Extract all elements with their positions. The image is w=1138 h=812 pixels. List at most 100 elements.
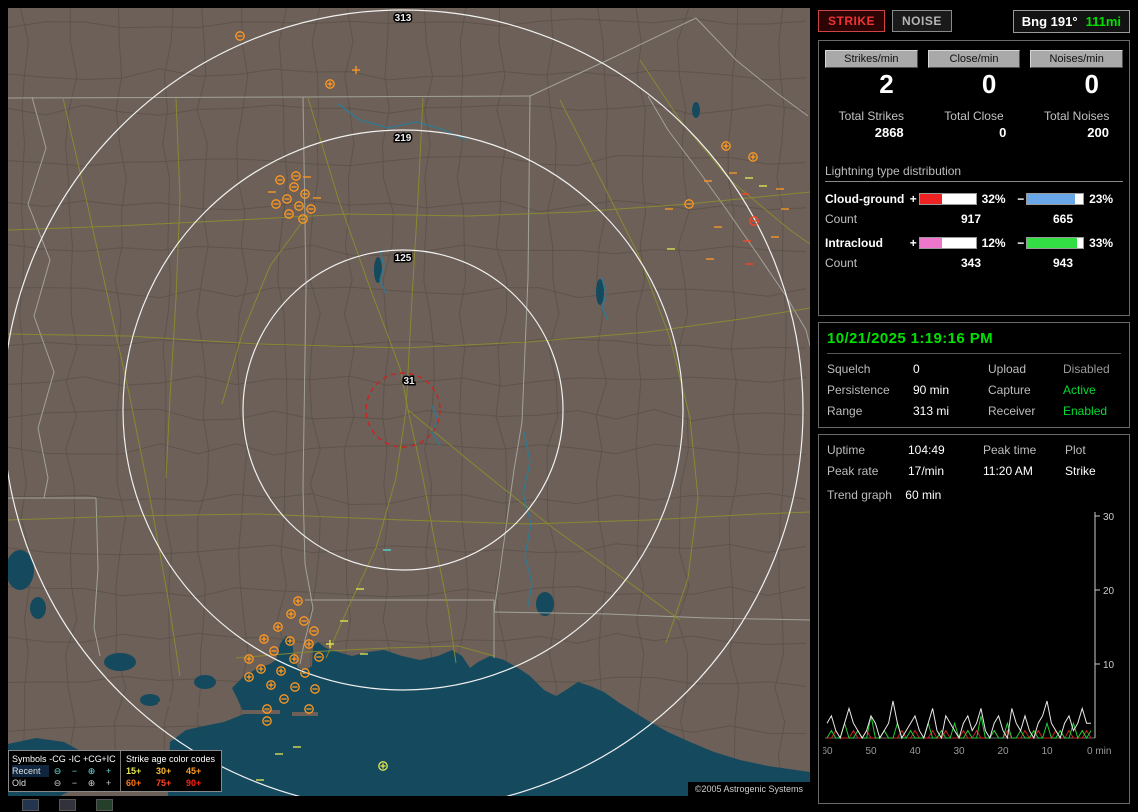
trend-panel: Uptime 104:49 Peak time Plot Peak rate 1… — [818, 434, 1130, 804]
legend-symbols-section: Symbols -CG -IC +CG +IC Recent ⊖ − ⊕ + O… — [9, 751, 121, 791]
ic-negative-count: 943 — [1053, 255, 1074, 270]
legend-col-header: -IC — [68, 754, 81, 764]
squelch-label: Squelch — [827, 362, 871, 376]
noises-per-min-label: Noises/min — [1030, 50, 1123, 68]
ic-positive-bar — [918, 236, 977, 249]
intracloud-label: Intracloud — [825, 235, 884, 250]
upload-value: Disabled — [1063, 362, 1110, 376]
age-code: 60+ — [126, 778, 142, 788]
minus-sign: − — [1017, 191, 1025, 206]
legend-age-section: Strike age color codes 15+ 30+ 45+ 60+ 7… — [121, 751, 221, 791]
cg-negative-bar — [1026, 192, 1085, 205]
mode-toolbar: STRIKE NOISE Bng 191° 111mi — [818, 8, 1130, 34]
divider — [827, 353, 1121, 354]
capture-label: Capture — [988, 383, 1031, 397]
age-code: 75+ — [156, 778, 172, 788]
recent-ic-minus-icon: − — [71, 766, 78, 776]
legend-symbols-title: Symbols — [12, 754, 47, 764]
x-axis-tick-label: 10 — [1041, 746, 1053, 757]
y-axis-tick-label: 20 — [1103, 586, 1115, 597]
x-axis-tick-label: 60 — [823, 746, 833, 757]
trend-graph-window: 60 min — [905, 488, 942, 502]
receiver-value: Enabled — [1063, 404, 1108, 418]
cg-positive-count: 917 — [961, 211, 982, 226]
trend-graph: 10 20 30 60 50 40 30 20 10 0 min — [823, 512, 1115, 757]
total-close-value: 0 — [999, 124, 1007, 140]
count-label: Count — [825, 255, 858, 270]
trend-series-close — [826, 715, 1092, 740]
uptime-label: Uptime — [827, 443, 866, 457]
persistence-label: Persistence — [827, 383, 890, 397]
recent-ic-plus-icon: + — [105, 766, 112, 776]
taskbar-window-icon[interactable] — [59, 799, 76, 811]
strikes-per-min-label: Strikes/min — [825, 50, 918, 68]
bearing-distance: 111mi — [1085, 13, 1121, 29]
x-axis-tick-label: 50 — [865, 746, 877, 757]
recent-cg-plus-icon: ⊕ — [87, 766, 96, 776]
age-code: 30+ — [156, 766, 172, 776]
statistics-panel: Strikes/min Close/min Noises/min 2 0 0 T… — [818, 40, 1130, 316]
range-value: 313 mi — [913, 404, 950, 418]
persistence-value: 90 min — [913, 383, 950, 397]
count-label: Count — [825, 211, 858, 226]
y-axis-tick-label: 30 — [1103, 512, 1115, 523]
x-axis-tick-label: 40 — [909, 746, 921, 757]
taskbar — [22, 799, 113, 811]
trend-series-strike — [826, 700, 1091, 740]
legend-recent-label: Recent — [12, 765, 49, 777]
plus-sign: + — [909, 191, 917, 206]
sidebar: STRIKE NOISE Bng 191° 111mi Strikes/min … — [818, 8, 1130, 804]
bearing-value: Bng 191° — [1021, 13, 1078, 29]
peak-rate-label: Peak rate — [827, 464, 879, 478]
status-panel: 10/21/2025 1:19:16 PM Squelch 0 Upload D… — [818, 322, 1130, 428]
total-noises-value: 200 — [1087, 124, 1109, 140]
squelch-value: 0 — [913, 362, 920, 376]
radar-map[interactable]: 313 219 125 31 Symbols -CG -IC +CG +IC Rece… — [8, 8, 810, 796]
old-cg-plus-icon: ⊕ — [87, 778, 96, 788]
noise-button[interactable]: NOISE — [892, 10, 952, 32]
bearing-readout: Bng 191° 111mi — [1012, 9, 1130, 33]
age-code: 15+ — [126, 766, 142, 776]
peak-time-value: 11:20 AM — [983, 464, 1033, 478]
y-axis-tick-label: 10 — [1103, 660, 1115, 671]
minus-sign: − — [1017, 235, 1025, 250]
recent-cg-minus-icon: ⊖ — [53, 766, 62, 776]
strike-legend: Symbols -CG -IC +CG +IC Recent ⊖ − ⊕ + O… — [8, 750, 222, 792]
x-axis-tick-label: 30 — [953, 746, 965, 757]
intracloud-count-row: Count 343 943 — [825, 256, 1123, 270]
range-ring-label: 31 — [403, 376, 415, 387]
old-cg-minus-icon: ⊖ — [53, 778, 62, 788]
strikes-per-min-value: 2 — [879, 69, 894, 99]
cloud-ground-row: Cloud-ground + 32% − 23% — [825, 192, 1123, 206]
cg-positive-pct: 32% — [981, 191, 1006, 206]
x-axis-tick-label: 20 — [997, 746, 1009, 757]
range-label: Range — [827, 404, 863, 418]
strike-button[interactable]: STRIKE — [818, 10, 886, 32]
ic-negative-bar — [1026, 236, 1085, 249]
legend-old-label: Old — [12, 778, 27, 788]
trend-graph-label: Trend graph — [827, 488, 892, 502]
ic-positive-pct: 12% — [981, 235, 1006, 250]
cg-negative-pct: 23% — [1089, 191, 1114, 206]
total-noises-label: Total Noises — [1043, 108, 1110, 123]
cg-positive-bar — [918, 192, 977, 205]
uptime-value: 104:49 — [908, 443, 945, 457]
ic-positive-count: 343 — [961, 255, 982, 270]
range-ring-label: 313 — [395, 13, 412, 24]
map-canvas: 313 219 125 31 — [8, 8, 810, 796]
capture-value: Active — [1063, 383, 1096, 397]
taskbar-window-icon[interactable] — [22, 799, 39, 811]
total-strikes-label: Total Strikes — [838, 108, 904, 123]
legend-col-header: +CG — [83, 754, 102, 764]
legend-col-header: -CG — [49, 754, 66, 764]
datetime-display: 10/21/2025 1:19:16 PM — [827, 330, 994, 347]
total-strikes-value: 2868 — [874, 124, 904, 140]
peak-rate-value: 17/min — [908, 464, 945, 478]
upload-label: Upload — [988, 362, 1027, 376]
taskbar-window-icon[interactable] — [96, 799, 113, 811]
copyright-text: ©2005 Astrogenic Systems — [687, 782, 810, 796]
cloud-ground-count-row: Count 917 665 — [825, 212, 1123, 226]
range-ring-label: 125 — [395, 253, 412, 264]
cloud-ground-label: Cloud-ground — [825, 191, 905, 206]
close-per-min-value: 0 — [981, 69, 997, 99]
